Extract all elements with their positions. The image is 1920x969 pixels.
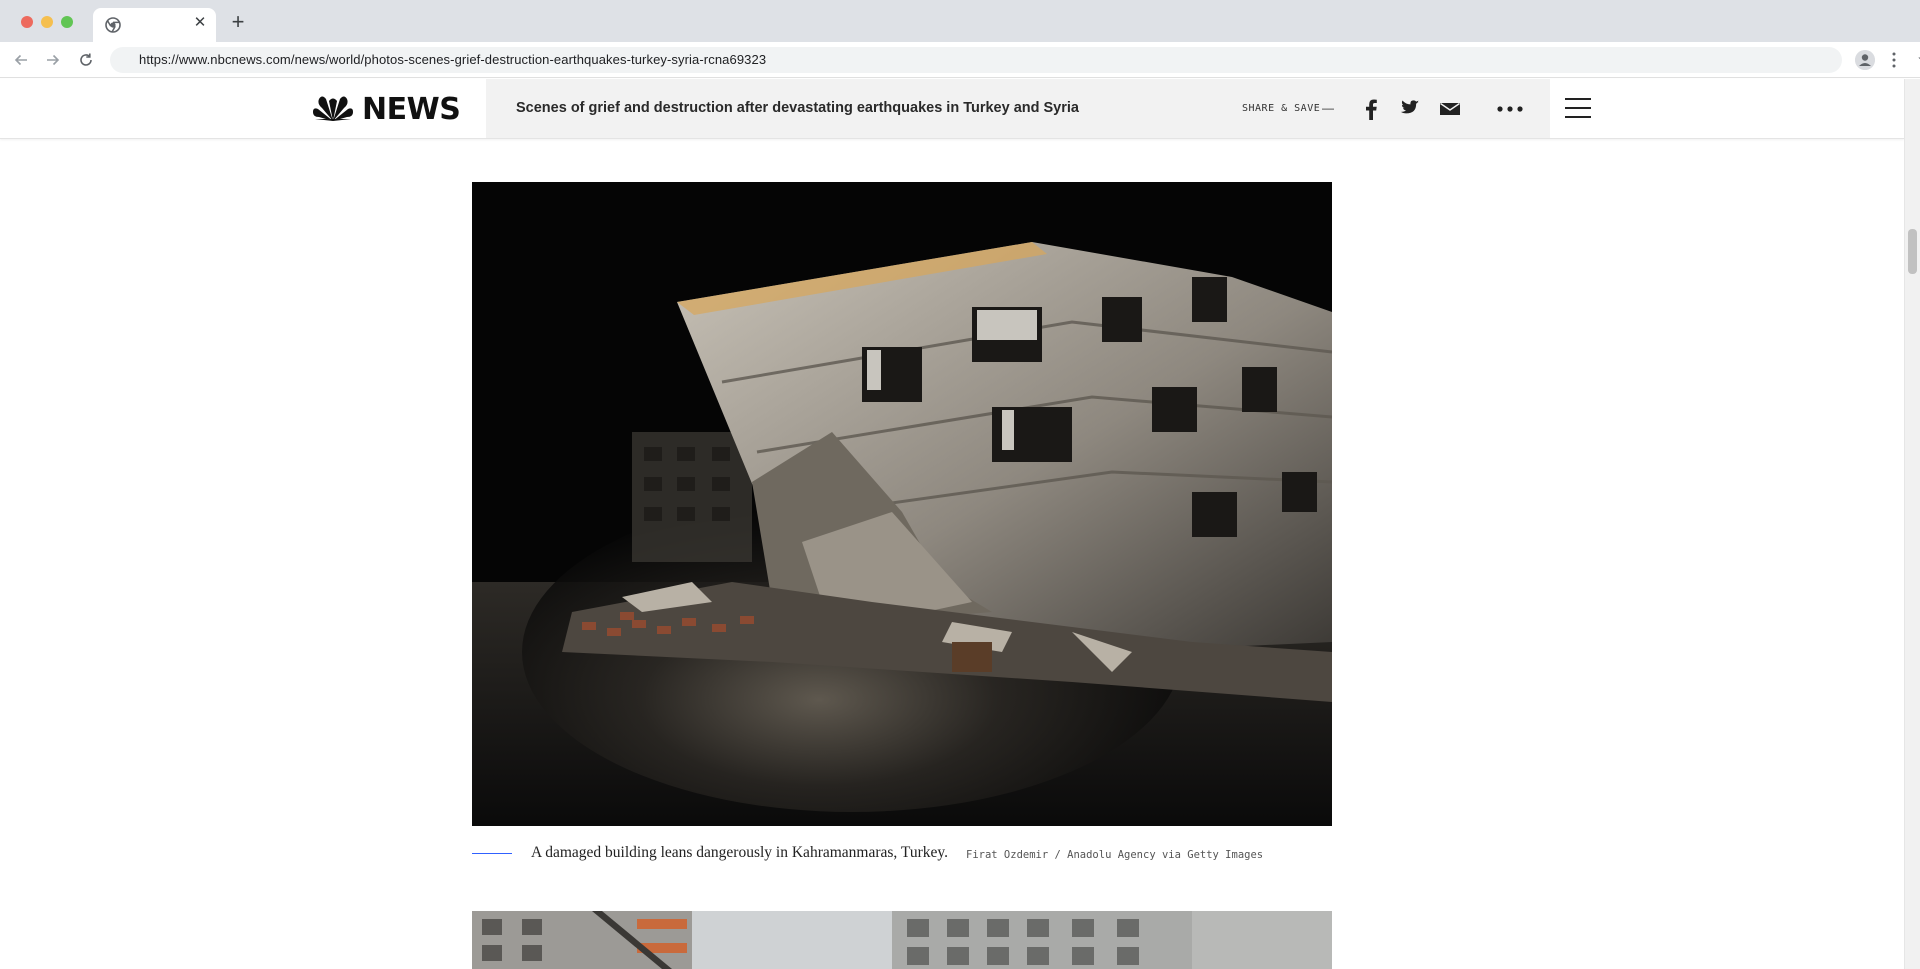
profile-avatar-icon[interactable] xyxy=(1855,50,1875,70)
browser-tab[interactable]: ✕ xyxy=(93,8,216,42)
photo-credit: Firat Ozdemir / Anadolu Agency via Getty… xyxy=(966,849,1264,861)
photo-caption: A damaged building leans dangerously in … xyxy=(472,842,1332,866)
minimize-window-button[interactable] xyxy=(41,16,53,28)
scrollbar-thumb[interactable] xyxy=(1908,229,1917,274)
next-photo[interactable] xyxy=(472,911,1332,969)
maximize-window-button[interactable] xyxy=(61,16,73,28)
share-dash: — xyxy=(1322,101,1334,115)
browser-toolbar: https://www.nbcnews.com/news/world/photo… xyxy=(0,42,1920,78)
more-options-icon[interactable] xyxy=(1495,104,1525,114)
url-text[interactable]: https://www.nbcnews.com/news/world/photo… xyxy=(139,47,766,73)
back-arrow-icon[interactable] xyxy=(11,50,31,70)
facebook-icon[interactable] xyxy=(1364,98,1378,120)
next-photo-image xyxy=(472,911,1332,969)
caption-rule xyxy=(472,853,512,854)
collapsed-building-image xyxy=(472,182,1332,826)
hamburger-menu-icon[interactable] xyxy=(1565,97,1591,119)
twitter-icon[interactable] xyxy=(1398,98,1420,120)
browser-menu-icon[interactable] xyxy=(1891,50,1897,70)
reload-icon[interactable] xyxy=(76,50,96,70)
caption-text: A damaged building leans dangerously in … xyxy=(531,844,948,861)
close-window-button[interactable] xyxy=(21,16,33,28)
share-save-label: SHARE & SAVE xyxy=(1242,103,1321,114)
chrome-favicon-icon xyxy=(105,17,121,33)
logo-wordmark: NEWS xyxy=(362,91,461,127)
address-bar[interactable]: https://www.nbcnews.com/news/world/photo… xyxy=(110,47,1920,73)
story-title: Scenes of grief and destruction after de… xyxy=(516,100,1079,116)
browser-tab-strip: ✕ + xyxy=(0,0,1920,42)
close-tab-icon[interactable]: ✕ xyxy=(191,14,209,32)
story-title-bar: Scenes of grief and destruction after de… xyxy=(486,79,1550,138)
forward-arrow-icon[interactable] xyxy=(43,50,63,70)
email-icon[interactable] xyxy=(1439,98,1461,120)
new-tab-button[interactable]: + xyxy=(228,11,248,34)
page-scrollbar[interactable] xyxy=(1904,79,1920,969)
site-header: NEWS Scenes of grief and destruction aft… xyxy=(0,79,1904,139)
nbc-news-logo[interactable]: NEWS xyxy=(312,91,461,127)
peacock-logo-icon xyxy=(313,96,353,121)
main-photo[interactable] xyxy=(472,182,1332,826)
